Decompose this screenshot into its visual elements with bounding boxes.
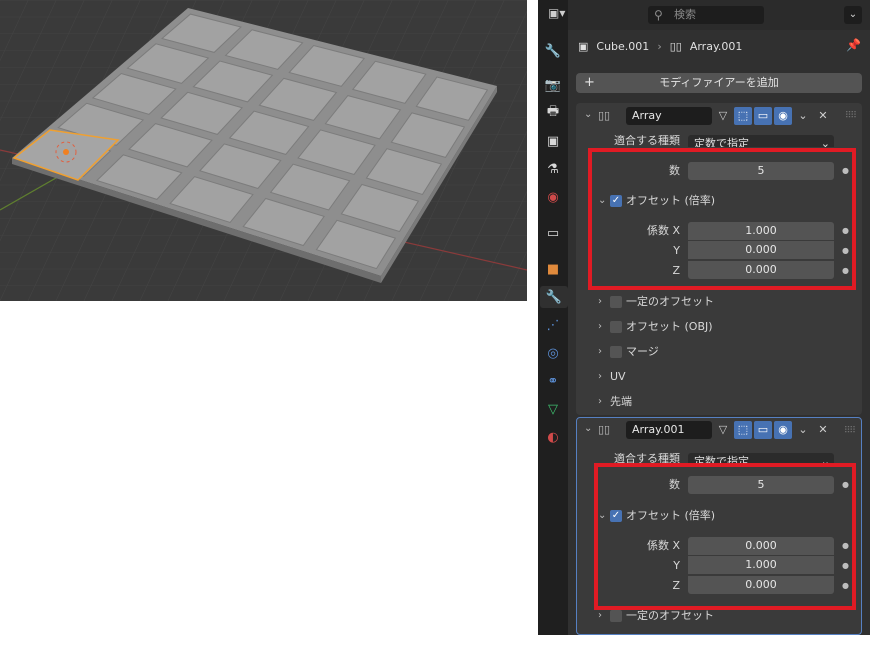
- scene-icon[interactable]: ⚗: [542, 158, 564, 180]
- breadcrumb-object: Cube.001: [596, 40, 650, 53]
- uv-label: UV: [610, 370, 626, 383]
- fit-type-label: 適合する種類: [614, 135, 680, 147]
- merge-checkbox[interactable]: [610, 346, 622, 358]
- output-icon[interactable]: 🖶: [542, 102, 564, 124]
- add-modifier-label: モディファイアーを追加: [659, 76, 779, 89]
- data-icon[interactable]: ▽: [542, 398, 564, 420]
- constant-offset-row[interactable]: › 一定のオフセット: [576, 292, 862, 312]
- editor-type-button[interactable]: ▣▾: [548, 6, 576, 24]
- material-icon[interactable]: ◐: [542, 426, 564, 448]
- drag-handle-icon[interactable]: ⠿⠿: [845, 111, 857, 121]
- view-layer-icon[interactable]: ▣: [542, 130, 564, 152]
- viewport-display-icon[interactable]: ▭: [754, 107, 772, 125]
- object-offset-label: オフセット (OBJ): [626, 320, 713, 333]
- world-icon[interactable]: ◉: [542, 186, 564, 208]
- modifier-header: ⌄ ▯▯ Array.001 ▽ ⬚ ▭ ◉ ⌄ ✕ ⠿⠿: [577, 418, 861, 444]
- subpanel-chevron-icon[interactable]: ›: [598, 367, 602, 387]
- highlight-box-relative-offset-2: [594, 463, 856, 610]
- particles-icon[interactable]: ⋰: [542, 314, 564, 336]
- properties-tab-bar: 🔧 📷 🖶 ▣ ⚗ ◉ ▭ ■ 🔧 ⋰ ◎ ⚭ ▽ ◐: [538, 0, 568, 635]
- properties-header: ▣▾ ⚲ 検索 ⌄: [548, 0, 870, 30]
- merge-label: マージ: [626, 345, 659, 358]
- modifier-header: ⌄ ▯▯ Array ▽ ⬚ ▭ ◉ ⌄ ✕ ⠿⠿: [576, 103, 862, 129]
- object-offset-row[interactable]: › オフセット (OBJ): [576, 317, 862, 337]
- modifier-name-field[interactable]: Array: [626, 107, 712, 125]
- physics-icon[interactable]: ◎: [542, 342, 564, 364]
- breadcrumb: ▣ Cube.001 › ▯▯ Array.001: [578, 38, 742, 56]
- chevron-right-icon: ›: [657, 40, 662, 53]
- subpanel-chevron-icon[interactable]: ›: [598, 342, 602, 362]
- object-offset-checkbox[interactable]: [610, 321, 622, 333]
- highlight-box-relative-offset-1: [588, 148, 856, 290]
- uv-row[interactable]: › UV: [576, 367, 862, 387]
- edit-mode-icon[interactable]: ⬚: [734, 421, 752, 439]
- subpanel-chevron-icon[interactable]: ›: [598, 292, 602, 312]
- render-camera-icon[interactable]: ◉: [774, 107, 792, 125]
- modifier-menu-chevron-icon[interactable]: ⌄: [794, 421, 812, 439]
- merge-row[interactable]: › マージ: [576, 342, 862, 362]
- edit-cage-icon[interactable]: ▽: [714, 421, 732, 439]
- subpanel-chevron-icon[interactable]: ›: [598, 317, 602, 337]
- viewport-display-icon[interactable]: ▭: [754, 421, 772, 439]
- constant-offset-checkbox[interactable]: [610, 610, 622, 622]
- viewport-scene: [0, 0, 527, 301]
- array-modifier-icon: ▯▯: [598, 109, 611, 122]
- caps-label: 先端: [610, 395, 632, 408]
- array-modifier-icon: ▯▯: [598, 423, 611, 436]
- edit-mode-icon[interactable]: ⬚: [734, 107, 752, 125]
- fit-type-dropdown[interactable]: 定数で指定 ⌄: [688, 135, 834, 147]
- properties-editor[interactable]: 🔧 📷 🖶 ▣ ⚗ ◉ ▭ ■ 🔧 ⋰ ◎ ⚭ ▽ ◐ ▣▾ ⚲ 検索 ⌄ ▣ …: [538, 0, 870, 635]
- chevron-down-icon[interactable]: ⌄: [844, 6, 862, 24]
- object-origin-icon: [63, 149, 69, 155]
- close-icon[interactable]: ✕: [814, 107, 832, 125]
- object-icon[interactable]: ■: [542, 258, 564, 280]
- render-icon[interactable]: 📷: [542, 74, 564, 96]
- search-input[interactable]: ⚲ 検索: [648, 6, 764, 24]
- collapse-chevron-icon[interactable]: ⌄: [584, 423, 592, 434]
- constant-offset-label: 一定のオフセット: [626, 295, 714, 308]
- collection-icon[interactable]: ▭: [542, 222, 564, 244]
- pin-icon[interactable]: 📌: [846, 38, 861, 52]
- collapse-chevron-icon[interactable]: ⌄: [584, 109, 592, 120]
- close-icon[interactable]: ✕: [814, 421, 832, 439]
- breadcrumb-modifier: Array.001: [689, 40, 743, 53]
- array-modifier-icon: ▯▯: [669, 40, 682, 53]
- modifier-icon[interactable]: 🔧: [540, 286, 568, 308]
- constant-offset-checkbox[interactable]: [610, 296, 622, 308]
- constraints-icon[interactable]: ⚭: [542, 370, 564, 392]
- modifier-name-field[interactable]: Array.001: [626, 421, 712, 439]
- fit-type-value: 定数で指定: [694, 137, 749, 147]
- modifier-menu-chevron-icon[interactable]: ⌄: [794, 107, 812, 125]
- drag-handle-icon[interactable]: ⠿⠿: [844, 426, 856, 436]
- caps-row[interactable]: › 先端: [576, 392, 862, 412]
- mesh-object-icon: ▣: [578, 40, 589, 53]
- search-icon: ⚲: [654, 8, 663, 22]
- dropdown-chevron-icon: ⌄: [820, 137, 830, 147]
- render-camera-icon[interactable]: ◉: [774, 421, 792, 439]
- fit-type-row: 適合する種類 定数で指定 ⌄: [576, 135, 862, 147]
- subpanel-chevron-icon[interactable]: ›: [598, 392, 602, 412]
- tool-icon[interactable]: 🔧: [542, 40, 564, 62]
- edit-cage-icon[interactable]: ▽: [714, 107, 732, 125]
- search-placeholder: 検索: [674, 8, 696, 21]
- add-modifier-button[interactable]: + モディファイアーを追加: [576, 73, 862, 93]
- 3d-viewport[interactable]: [0, 0, 527, 301]
